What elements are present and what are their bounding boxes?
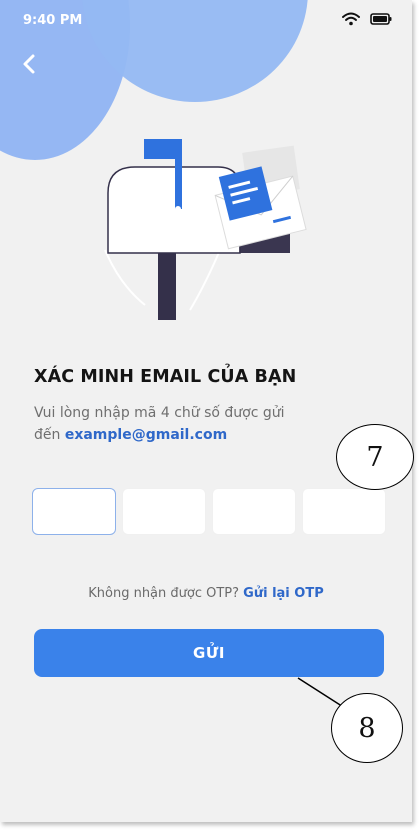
wifi-icon (342, 12, 360, 26)
resend-otp-link[interactable]: Gửi lại OTP (243, 586, 324, 601)
back-button[interactable] (16, 50, 44, 78)
status-time: 9:40 PM (23, 13, 83, 28)
otp-input-group (32, 488, 386, 535)
otp-digit-2[interactable] (122, 488, 206, 535)
instructions-prefix: đến (34, 427, 61, 443)
annotation-callout-8: 8 (331, 693, 403, 763)
instructions-line1: Vui lòng nhập mã 4 chữ số được gửi (34, 405, 285, 421)
otp-digit-3[interactable] (212, 488, 296, 535)
annotation-callout-7: 7 (336, 424, 414, 490)
instructions-text: Vui lòng nhập mã 4 chữ số được gửi đến e… (34, 402, 354, 446)
page-title: XÁC MINH EMAIL CỦA BẠN (34, 367, 297, 387)
otp-digit-4[interactable] (302, 488, 386, 535)
otp-digit-1[interactable] (32, 488, 116, 535)
status-icons (342, 12, 392, 26)
email-address: example@gmail.com (64, 427, 228, 443)
resend-prompt: Không nhận được OTP? (88, 586, 240, 601)
battery-icon (370, 13, 392, 25)
resend-row: Không nhận được OTP? Gửi lại OTP (0, 586, 412, 601)
chevron-left-icon (23, 54, 35, 74)
submit-button[interactable]: GỬI (34, 629, 384, 677)
mailbox-illustration (104, 139, 307, 320)
status-bar: 9:40 PM (0, 0, 412, 44)
